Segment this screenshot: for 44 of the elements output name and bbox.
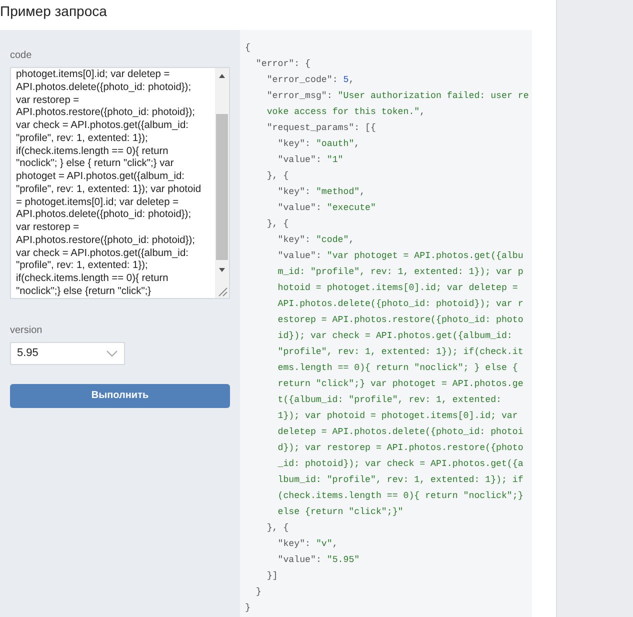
code-line: } (254, 585, 262, 599)
code-line: "key": "code", (276, 233, 356, 247)
code-label: code (10, 49, 32, 63)
code-line: m_id: "profile", rev: 1, extented: 1}); var p (276, 265, 524, 279)
code-line: _id: photoid}); var check = API.photos.get({a (276, 457, 524, 471)
code-line: }, { (266, 217, 290, 231)
code-line: hotoid = photoget.items[0].id; var deletep = (276, 281, 519, 295)
code-line: "key": "method", (276, 185, 366, 199)
code-line: }, { (266, 521, 290, 535)
code-line: (check.items.length == 0){ return "noclick";} (276, 489, 524, 503)
code-line: t({album_id: "profile", rev: 1, extented: (276, 393, 502, 407)
code-line: id}); var check = API.photos.get({album_id: (276, 329, 514, 343)
code-line: "key": "v", (276, 537, 339, 551)
code-line: "error_code": 5, (266, 73, 356, 87)
code-line: "error": { (254, 57, 312, 71)
code-line: { (245, 41, 252, 55)
code-line: lbum_id: "profile", rev: 1, extented: 1}); if (276, 473, 524, 487)
code-line: "error_msg": "User authorization failed: user re (266, 89, 530, 103)
code-line: }] (266, 569, 279, 583)
execute-button[interactable]: Выполнить (10, 384, 230, 408)
page-title: Пример запроса (0, 2, 108, 21)
code-field[interactable]: photoget.items[0].id; var deletep = API.photos.delete({photo_id: photoid}); var restorep = API.photos.restore({photo_id: photoid}); var check = API.photos.get({album_id: "profile", rev: 1, extented: 1}); if(check.items.length == 0){ return "noclick"; } else { return "click";} var photoget = API.photos.get({album_id: "profile", rev: 1, extented: 1}); var photoid = photoget.items[0].id; var deletep = API.photos.delete({photo_id: photoid}); var restorep = API.photos.restore({photo_id: photoid}); var check = API.photos.get({album_id: "profile", rev: 1, extented: 1}); if(check.items.length == 0){ return "noclick";} else {return "click";} (10, 67, 230, 299)
version-label: version (10, 324, 42, 338)
code-line: d}); var restorep = API.photos.restore({photo (276, 441, 524, 455)
code-line: } (245, 601, 252, 615)
code-line: API.photos.delete({photo_id: photoid}); var r (276, 297, 524, 311)
code-line: 1}); var photoid = photoget.items[0].id; var (276, 409, 519, 423)
chevron-down-icon (106, 350, 118, 357)
code-line: voke access for this token.", (266, 105, 426, 119)
code-line: "value": "var photoget = API.photos.get({albu (276, 249, 524, 263)
code-line: "key": "oauth", (276, 137, 361, 151)
code-line: "profile", rev: 1, extented: 1}); if(check.it (276, 345, 524, 359)
code-line: "value": "1" (276, 153, 344, 167)
code-line: }, { (266, 169, 290, 183)
code-line: return "click";} var photoget = API.photos.ge (276, 377, 524, 391)
code-line: estorep = API.photos.restore({photo_id: photo (276, 313, 524, 327)
code-line: "value": "execute" (276, 201, 377, 215)
code-line: ems.length == 0){ return "noclick"; } else { (276, 361, 519, 375)
version-select[interactable]: 5.95 (10, 342, 125, 365)
code-line: "request_params": [{ (266, 121, 377, 135)
scrollbar[interactable] (215, 68, 229, 298)
code-line: deletep = API.photos.delete({photo_id: photoi (276, 425, 524, 439)
code-line: "value": "5.95" (276, 553, 361, 567)
code-line: else {return "click";}" (276, 505, 404, 519)
